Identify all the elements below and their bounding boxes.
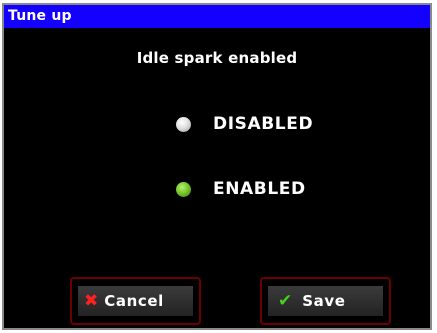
option-disabled-label: DISABLED [213,114,314,134]
dialog-window: Tune up Idle spark enabled DISABLED ENAB… [2,3,432,330]
cancel-button-face[interactable]: ✖ Cancel [78,286,193,316]
radio-unselected-icon[interactable] [176,116,191,132]
option-disabled[interactable]: DISABLED [176,114,313,134]
radio-selected-icon[interactable] [176,181,191,197]
check-icon: ✔ [278,290,293,311]
page-title: Idle spark enabled [136,49,298,67]
title-bar: Tune up [4,5,430,28]
cancel-button-label: Cancel [104,292,164,310]
option-enabled-label: ENABLED [213,179,306,199]
save-button-label: Save [302,292,346,310]
x-icon: ✖ [84,290,99,311]
cancel-button[interactable]: ✖ Cancel [70,277,201,325]
save-button-face[interactable]: ✔ Save [268,286,383,316]
save-button[interactable]: ✔ Save [260,277,391,325]
option-enabled[interactable]: ENABLED [176,179,306,199]
